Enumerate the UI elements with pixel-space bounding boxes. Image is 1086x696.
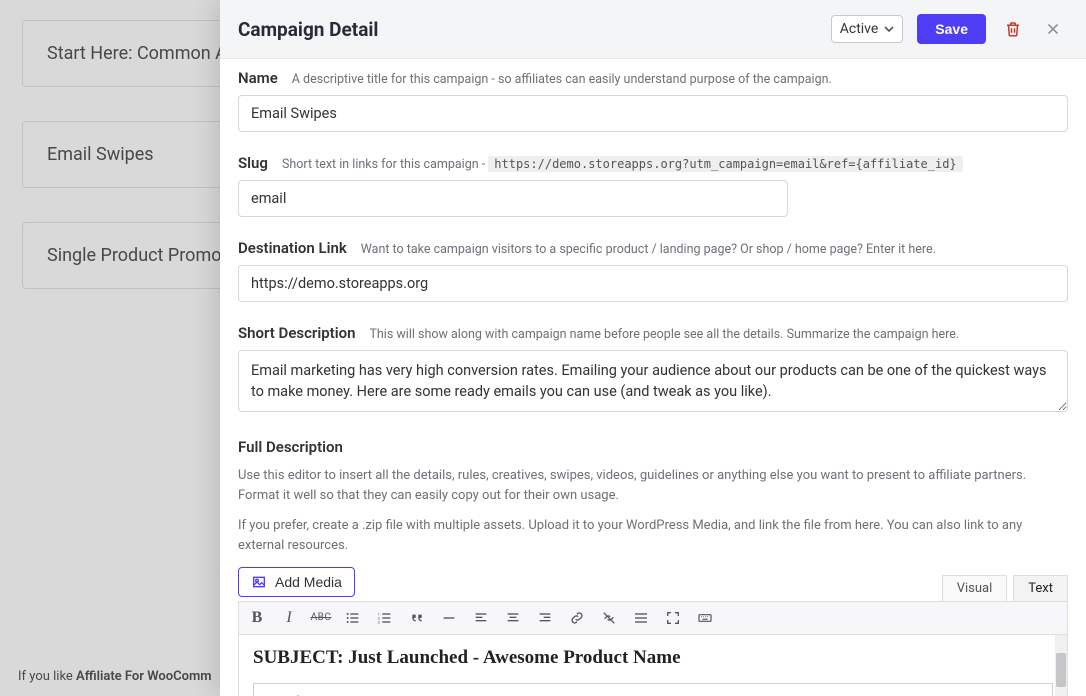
link-button[interactable] bbox=[567, 608, 587, 628]
destination-field: Destination Link Want to take campaign v… bbox=[238, 239, 1068, 302]
align-left-button[interactable] bbox=[471, 608, 491, 628]
short-desc-label: Short Description bbox=[238, 324, 355, 342]
scrollbar-thumb[interactable] bbox=[1056, 653, 1066, 687]
delete-button[interactable] bbox=[1000, 16, 1026, 42]
svg-text:3: 3 bbox=[378, 619, 380, 624]
slug-hint: Short text in links for this campaign - … bbox=[282, 157, 963, 172]
tab-visual[interactable]: Visual bbox=[942, 575, 1008, 601]
hr-icon bbox=[441, 610, 457, 626]
short-desc-input[interactable]: Email marketing has very high conversion… bbox=[238, 350, 1068, 412]
fullscreen-button[interactable] bbox=[663, 608, 683, 628]
editor-code-block[interactable]: <p>Hi,</p> <p>Want to {your product's ma… bbox=[253, 683, 1053, 696]
editor-toolbar: B I ABC 123 bbox=[238, 601, 1068, 635]
destination-label: Destination Link bbox=[238, 239, 347, 257]
add-media-button[interactable]: Add Media bbox=[238, 567, 355, 597]
editor-scrollbar[interactable] bbox=[1055, 635, 1067, 696]
close-icon bbox=[1044, 20, 1062, 38]
trash-icon bbox=[1004, 20, 1022, 38]
name-label: Name bbox=[238, 69, 278, 87]
keyboard-icon bbox=[697, 610, 713, 626]
panel-header: Campaign Detail Active Save bbox=[220, 0, 1086, 59]
italic-button[interactable]: I bbox=[279, 608, 299, 628]
status-select[interactable]: Active bbox=[831, 15, 904, 43]
full-desc-help-1: Use this editor to insert all the detail… bbox=[238, 466, 1068, 506]
media-icon bbox=[251, 574, 267, 590]
full-desc-field: Full Description Use this editor to inse… bbox=[238, 438, 1068, 696]
page-title: Campaign Detail bbox=[238, 18, 817, 41]
align-center-button[interactable] bbox=[503, 608, 523, 628]
name-input[interactable] bbox=[238, 95, 1068, 132]
bullet-list-icon bbox=[345, 610, 361, 626]
unlink-icon bbox=[601, 610, 617, 626]
destination-input[interactable] bbox=[238, 265, 1068, 302]
save-button[interactable]: Save bbox=[917, 14, 986, 44]
full-desc-label: Full Description bbox=[238, 438, 343, 456]
short-desc-hint: This will show along with campaign name … bbox=[369, 327, 959, 342]
editor-subject-line: SUBJECT: Just Launched - Awesome Product… bbox=[253, 647, 1053, 669]
panel-body: Name A descriptive title for this campai… bbox=[220, 59, 1086, 696]
close-button[interactable] bbox=[1040, 16, 1066, 42]
keyboard-button[interactable] bbox=[695, 608, 715, 628]
name-field: Name A descriptive title for this campai… bbox=[238, 69, 1068, 132]
align-center-icon bbox=[505, 610, 521, 626]
bold-button[interactable]: B bbox=[247, 608, 267, 628]
unlink-button[interactable] bbox=[599, 608, 619, 628]
read-more-icon bbox=[633, 610, 649, 626]
campaign-detail-panel: Campaign Detail Active Save Name A descr… bbox=[220, 0, 1086, 696]
numbered-list-button[interactable]: 123 bbox=[375, 608, 395, 628]
fullscreen-icon bbox=[665, 610, 681, 626]
read-more-button[interactable] bbox=[631, 608, 651, 628]
name-hint: A descriptive title for this campaign - … bbox=[292, 72, 832, 87]
hr-button[interactable] bbox=[439, 608, 459, 628]
chevron-down-icon bbox=[884, 24, 894, 34]
editor-tabs: Visual Text bbox=[942, 575, 1068, 601]
full-desc-help-2: If you prefer, create a .zip file with m… bbox=[238, 516, 1068, 556]
align-right-button[interactable] bbox=[535, 608, 555, 628]
editor-body[interactable]: SUBJECT: Just Launched - Awesome Product… bbox=[238, 635, 1068, 696]
destination-hint: Want to take campaign visitors to a spec… bbox=[361, 242, 936, 257]
slug-input[interactable] bbox=[238, 180, 788, 217]
align-left-icon bbox=[473, 610, 489, 626]
bullet-list-button[interactable] bbox=[343, 608, 363, 628]
link-icon bbox=[569, 610, 585, 626]
short-desc-field: Short Description This will show along w… bbox=[238, 324, 1068, 416]
blockquote-button[interactable] bbox=[407, 608, 427, 628]
quote-icon bbox=[409, 610, 425, 626]
align-right-icon bbox=[537, 610, 553, 626]
numbered-list-icon: 123 bbox=[377, 610, 393, 626]
tab-text[interactable]: Text bbox=[1013, 575, 1068, 601]
slug-label: Slug bbox=[238, 154, 268, 172]
strike-button[interactable]: ABC bbox=[311, 608, 331, 628]
slug-field: Slug Short text in links for this campai… bbox=[238, 154, 1068, 217]
